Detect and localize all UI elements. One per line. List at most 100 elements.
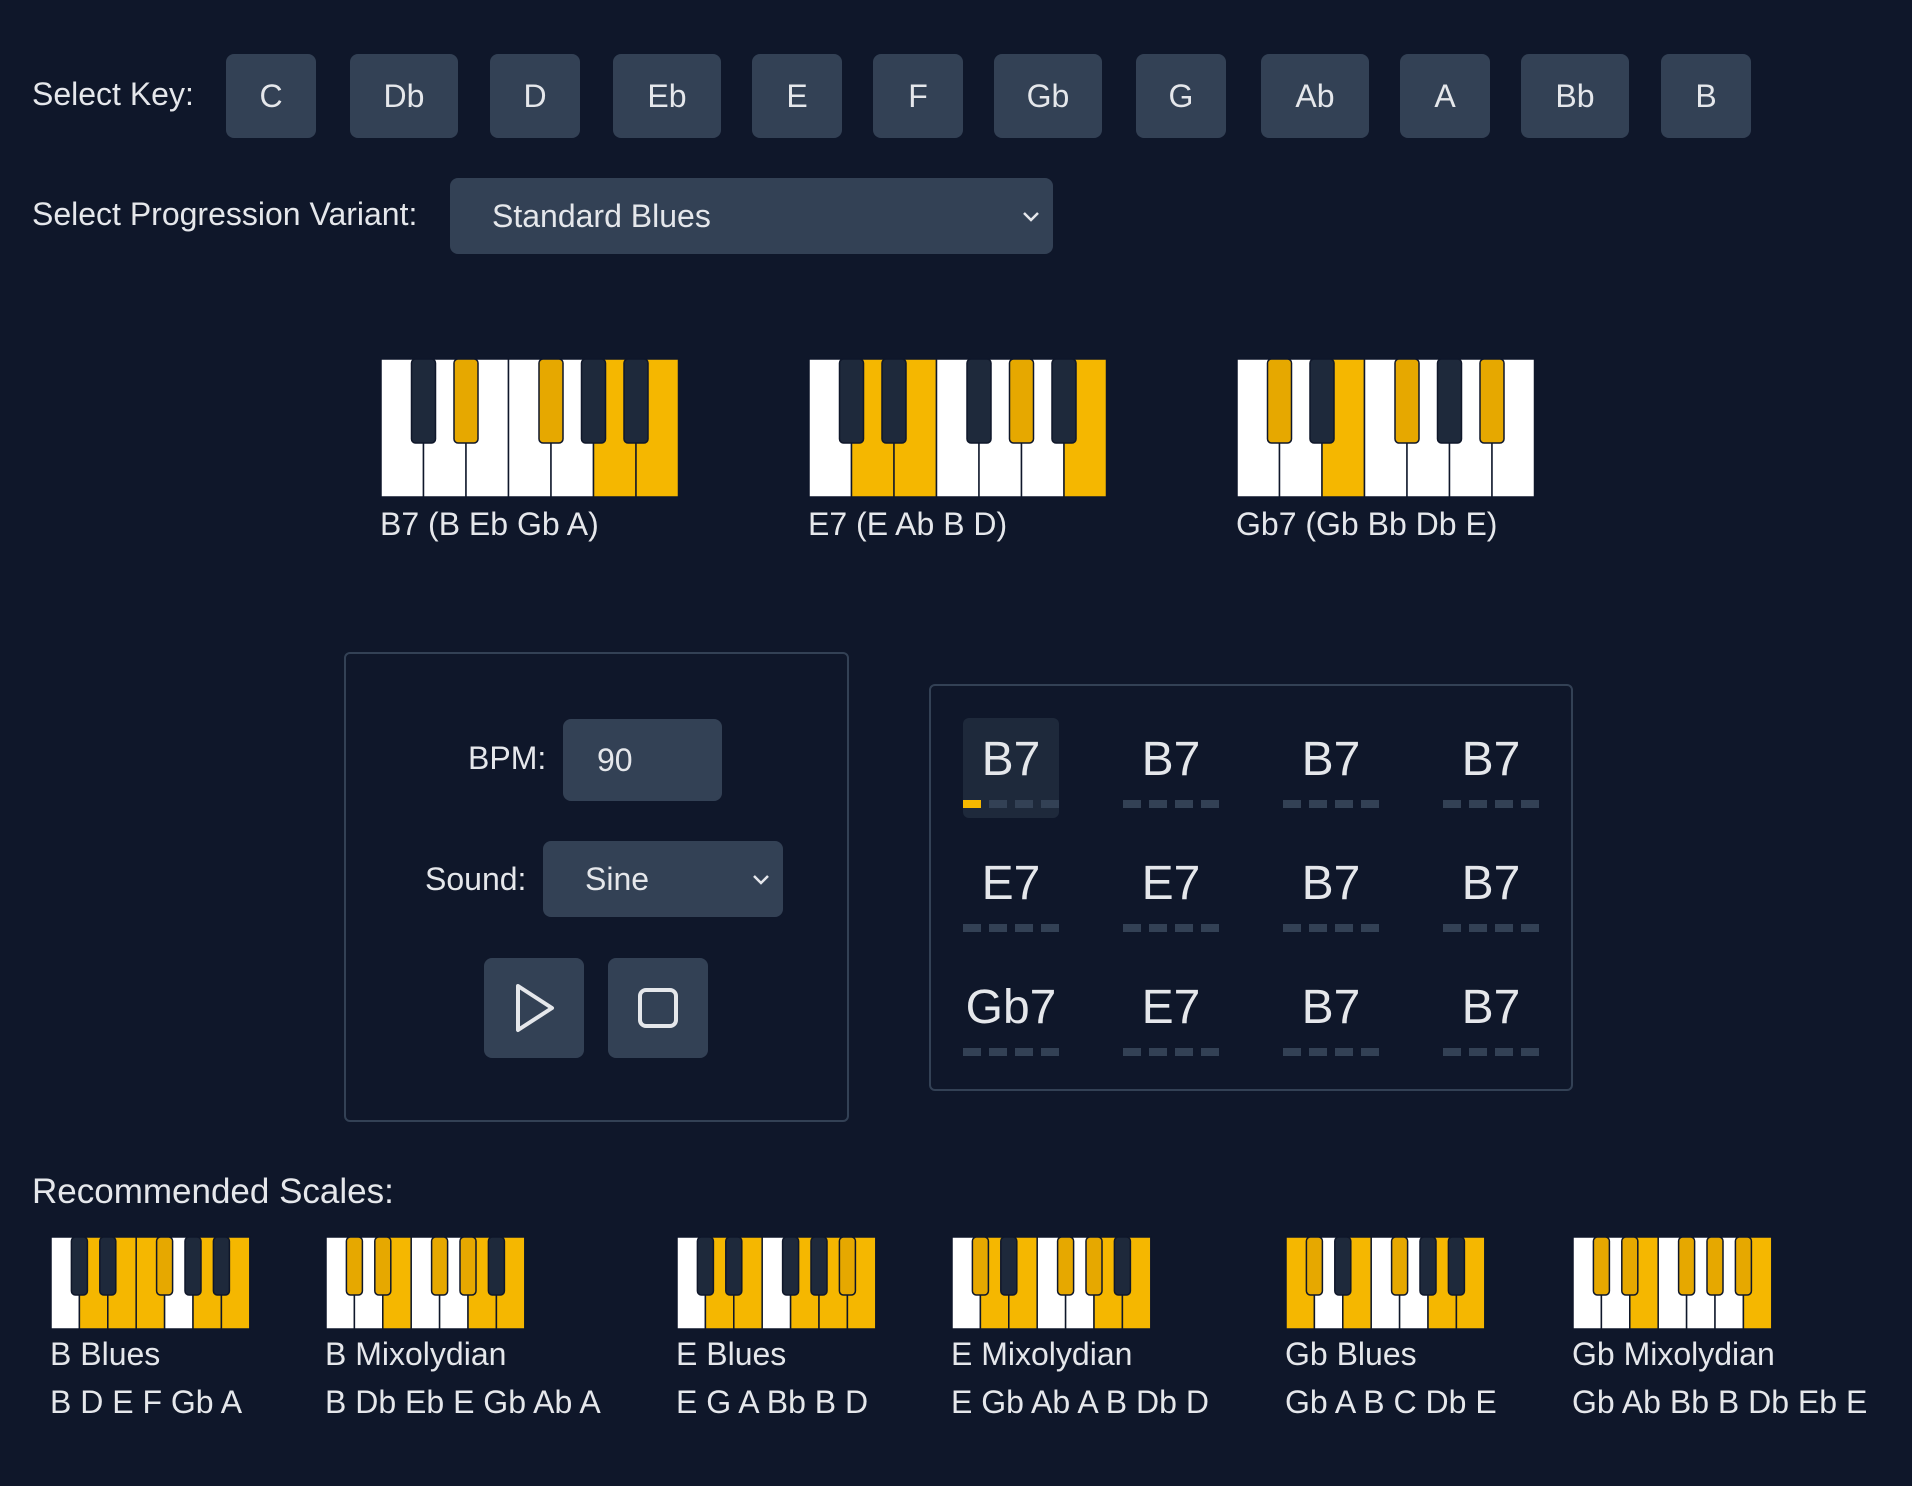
beat-indicator — [1443, 924, 1539, 932]
black-key — [1056, 1236, 1075, 1296]
black-key — [696, 1236, 715, 1296]
beat-dash — [1283, 924, 1301, 932]
progression-cell[interactable]: Gb7 — [963, 966, 1059, 1066]
black-key — [1309, 358, 1335, 444]
key-button-e[interactable]: E — [752, 54, 842, 138]
beat-dash — [989, 1048, 1007, 1056]
scale-name: E Blues — [676, 1336, 787, 1372]
beat-dash — [1495, 1048, 1513, 1056]
beat-dash — [1443, 1048, 1461, 1056]
key-button-db[interactable]: Db — [350, 54, 458, 138]
cell-chord-label: B7 — [1461, 981, 1521, 1034]
scale-notes: E G A Bb B D — [676, 1384, 869, 1420]
beat-dash — [1309, 924, 1327, 932]
progression-cell[interactable]: B7 — [1123, 718, 1219, 818]
beat-indicator — [1443, 800, 1539, 808]
bpm-input[interactable]: 90 — [563, 719, 722, 801]
key-button-f[interactable]: F — [873, 54, 963, 138]
progression-cell[interactable]: B7 — [1443, 966, 1539, 1066]
beat-dash — [1521, 924, 1539, 932]
key-button-eb[interactable]: Eb — [613, 54, 721, 138]
black-key — [1334, 1236, 1352, 1296]
cell-chord-label: B7 — [1461, 857, 1521, 910]
select-key-label: Select Key: — [32, 76, 194, 112]
key-button-g[interactable]: G — [1136, 54, 1226, 138]
play-icon — [516, 984, 554, 1032]
progression-label: Select Progression Variant: — [32, 196, 418, 232]
beat-indicator — [1283, 800, 1379, 808]
black-key — [966, 358, 992, 444]
scale-name: Gb Blues — [1285, 1336, 1417, 1372]
progression-cell[interactable]: B7 — [1283, 966, 1379, 1066]
black-key — [725, 1236, 743, 1296]
beat-dash — [1521, 1048, 1539, 1056]
beat-indicator — [1443, 1048, 1539, 1056]
black-key — [453, 358, 479, 444]
black-key — [1000, 1236, 1018, 1296]
key-button-a[interactable]: A — [1400, 54, 1490, 138]
progression-cell[interactable]: B7 — [963, 718, 1059, 818]
progression-select-value: Standard Blues — [492, 197, 711, 234]
chord-caption: Gb7 (Gb Bb Db E) — [1236, 506, 1498, 542]
sound-select[interactable]: Sine — [543, 841, 783, 917]
black-key — [1734, 1236, 1753, 1296]
progression-cell[interactable]: E7 — [1123, 966, 1219, 1066]
key-button-b[interactable]: B — [1661, 54, 1751, 138]
black-key — [99, 1236, 117, 1296]
key-button-d[interactable]: D — [490, 54, 580, 138]
beat-dash — [1015, 1048, 1033, 1056]
beat-dash — [963, 924, 981, 932]
cell-chord-label: B7 — [1301, 857, 1361, 910]
chevron-down-icon — [753, 875, 769, 885]
progression-cell[interactable]: B7 — [1283, 842, 1379, 942]
beat-dash — [1495, 800, 1513, 808]
black-key — [838, 1236, 857, 1296]
beat-dash — [1361, 1048, 1379, 1056]
recommended-scales-heading: Recommended Scales: — [32, 1172, 394, 1211]
stop-button[interactable] — [608, 958, 708, 1058]
black-key — [1436, 358, 1463, 444]
progression-cell[interactable]: B7 — [1443, 718, 1539, 818]
beat-dash — [1201, 924, 1219, 932]
beat-dash — [1335, 1048, 1353, 1056]
progression-cell[interactable]: B7 — [1443, 842, 1539, 942]
progression-cell[interactable]: E7 — [963, 842, 1059, 942]
beat-indicator — [1123, 800, 1219, 808]
bpm-value: 90 — [597, 741, 633, 778]
beat-indicator — [1283, 1048, 1379, 1056]
progression-cell[interactable]: E7 — [1123, 842, 1219, 942]
key-button-ab[interactable]: Ab — [1261, 54, 1369, 138]
black-key — [623, 358, 649, 444]
black-key — [374, 1236, 392, 1296]
cell-chord-label: B7 — [1301, 981, 1361, 1034]
chord-caption: B7 (B Eb Gb A) — [380, 506, 599, 542]
key-button-gb[interactable]: Gb — [994, 54, 1102, 138]
beat-dash — [1123, 1048, 1141, 1056]
scale-notes: Gb Ab Bb B Db Eb E — [1572, 1384, 1868, 1420]
beat-dash — [1149, 800, 1167, 808]
chevron-down-icon — [1023, 212, 1039, 222]
beat-dash — [1201, 1048, 1219, 1056]
key-button-bb[interactable]: Bb — [1521, 54, 1629, 138]
beat-dash — [1309, 1048, 1327, 1056]
beat-dash — [1361, 800, 1379, 808]
black-key — [1621, 1236, 1639, 1296]
beat-dash — [1041, 1048, 1059, 1056]
black-key — [1008, 358, 1035, 444]
beat-dash — [1495, 924, 1513, 932]
play-button[interactable] — [484, 958, 584, 1058]
key-button-c[interactable]: C — [226, 54, 316, 138]
beat-dash — [1175, 924, 1193, 932]
black-key — [459, 1236, 477, 1296]
chord-0-keyboard — [380, 358, 680, 498]
beat-dash — [1521, 800, 1539, 808]
black-key — [1592, 1236, 1611, 1296]
black-key — [971, 1236, 990, 1296]
scale-4-keyboard — [1285, 1236, 1486, 1330]
scale-notes: B Db Eb E Gb Ab A — [325, 1384, 601, 1420]
progression-select[interactable]: Standard Blues — [450, 178, 1053, 254]
black-key — [1113, 1236, 1132, 1296]
black-key — [1706, 1236, 1724, 1296]
cell-chord-label: E7 — [1141, 857, 1201, 910]
progression-cell[interactable]: B7 — [1283, 718, 1379, 818]
